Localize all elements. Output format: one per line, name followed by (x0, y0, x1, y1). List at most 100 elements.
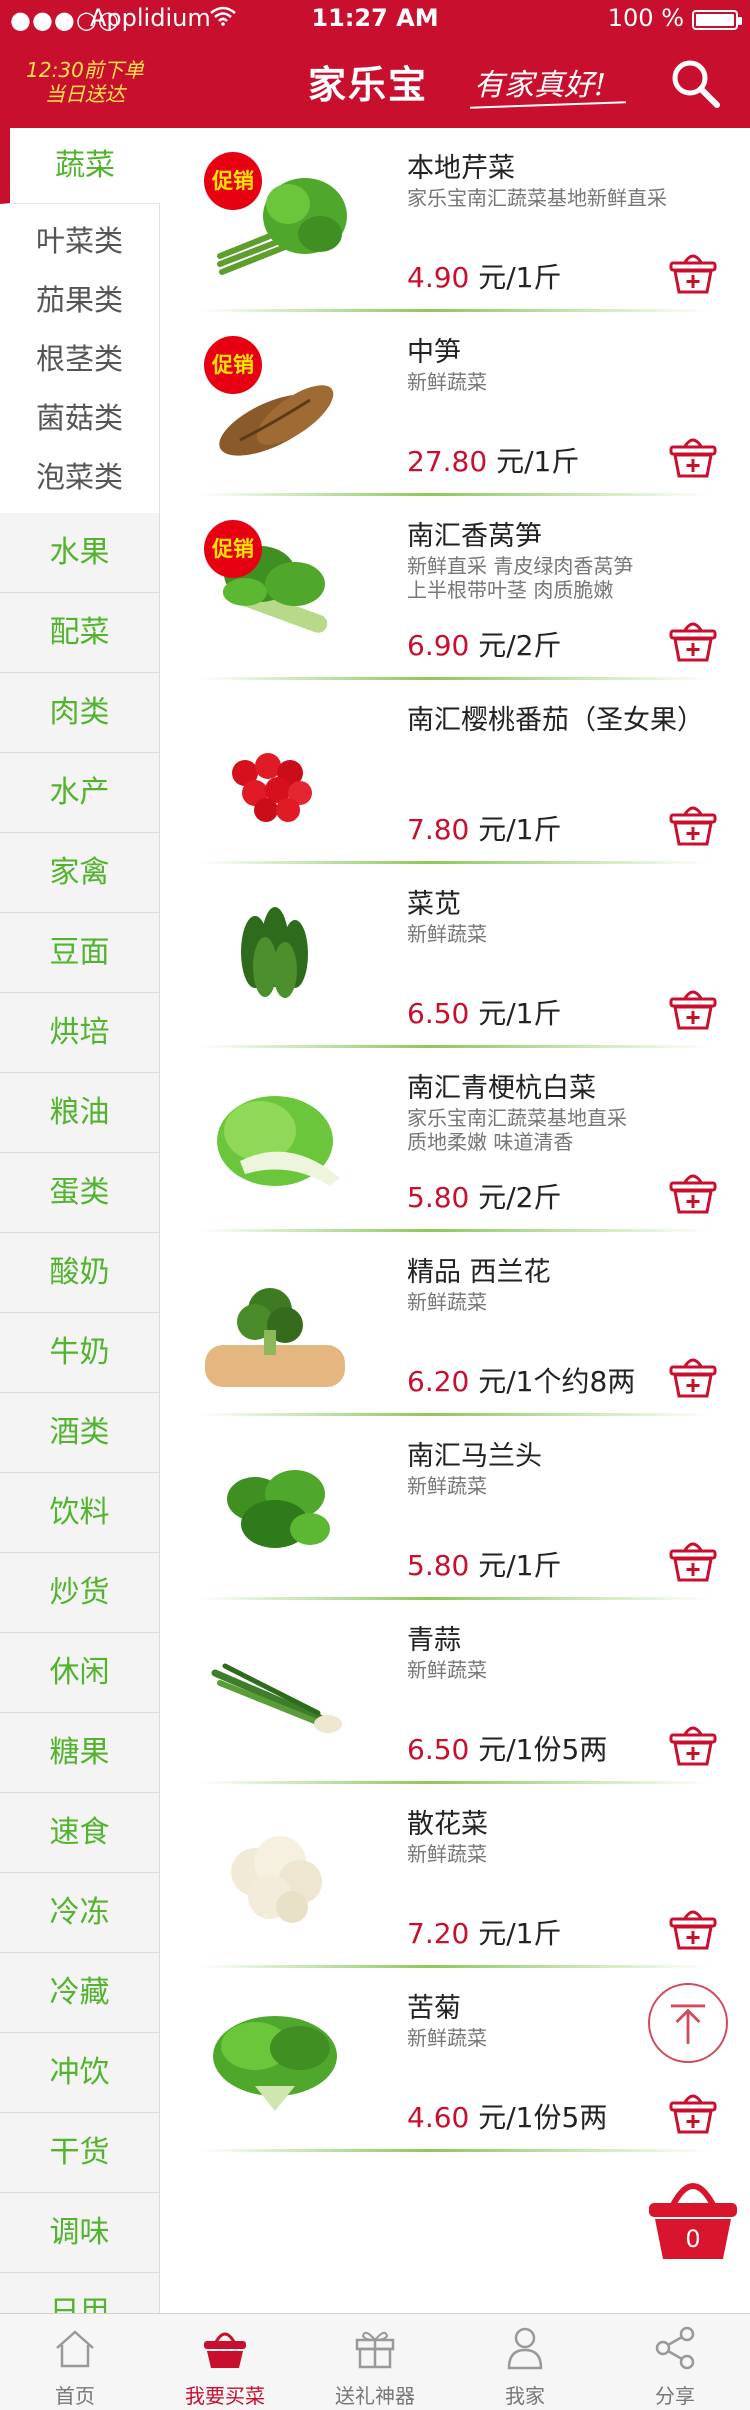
category-item[interactable]: 配菜 (0, 593, 160, 673)
subcategory-item[interactable]: 根茎类 (0, 330, 159, 389)
add-to-cart-icon[interactable] (668, 1902, 718, 1952)
product-card[interactable]: 散花菜 新鲜蔬菜 7.20 元/1斤 (160, 1784, 750, 1968)
category-item[interactable]: 速食 (0, 1793, 160, 1873)
price-unit: 元/1斤 (496, 445, 580, 478)
category-item[interactable]: 肉类 (0, 673, 160, 753)
product-price: 5.80 元/1斤 (407, 1544, 562, 1584)
category-item[interactable]: 冷藏 (0, 1953, 160, 2033)
add-to-cart-icon[interactable] (668, 1166, 718, 1216)
promo-badge: 促销 (204, 520, 262, 578)
product-card[interactable]: 菜苋 新鲜蔬菜 6.50 元/1斤 (160, 864, 750, 1048)
category-item[interactable]: 酒类 (0, 1393, 160, 1473)
add-to-cart-icon[interactable] (668, 798, 718, 848)
category-item[interactable]: 水果 (0, 513, 160, 593)
product-card[interactable]: 促销 本地芹菜 家乐宝南汇蔬菜基地新鲜直采 4.90 元/1斤 (160, 128, 750, 312)
category-item[interactable]: 饮料 (0, 1473, 160, 1553)
brand-logo: 家乐宝 (308, 62, 429, 107)
malantou-image (227, 1470, 330, 1548)
product-description-line: 新鲜直采 青皮绿肉香莴笋 (407, 554, 634, 578)
product-description: 新鲜蔬菜 (407, 1474, 727, 1498)
category-item[interactable]: 酸奶 (0, 1233, 160, 1313)
price-value: 6.50 (407, 997, 470, 1030)
product-card[interactable]: 青蒜 新鲜蔬菜 6.50 元/1份5两 (160, 1600, 750, 1784)
category-item[interactable]: 糖果 (0, 1713, 160, 1793)
category-item[interactable]: 炒货 (0, 1553, 160, 1633)
category-vegetables[interactable]: 蔬菜 (0, 128, 160, 204)
product-description: 新鲜蔬菜 (407, 922, 727, 946)
add-to-cart-icon[interactable] (668, 982, 718, 1032)
category-item[interactable]: 水产 (0, 753, 160, 833)
tab-home[interactable]: 首页 (0, 2314, 150, 2410)
product-price: 6.90 元/2斤 (407, 624, 562, 664)
add-to-cart-icon[interactable] (668, 1718, 718, 1768)
category-item[interactable]: 粮油 (0, 1073, 160, 1153)
tab-user[interactable]: 我家 (450, 2314, 600, 2410)
product-price: 5.80 元/2斤 (407, 1176, 562, 1216)
status-bar: ●●●○○ Applidium 11:27 AM 100 % (0, 0, 750, 38)
product-card[interactable]: 精品 西兰花 新鲜蔬菜 6.20 元/1个约8两 (160, 1232, 750, 1416)
category-sidebar: 蔬菜 叶菜类 茄果类 根茎类 菌菇类 泡菜类 水果 配菜 肉类 水产 家禽 豆面 烘培 粮油蛋… (0, 128, 160, 2313)
category-item[interactable]: 豆面 (0, 913, 160, 993)
add-to-cart-icon[interactable] (668, 430, 718, 480)
tab-basket[interactable]: 我要买菜 (150, 2314, 300, 2410)
category-item[interactable]: 冷冻 (0, 1873, 160, 1953)
cauliflower-image (231, 1836, 322, 1923)
price-unit: 元/1斤 (478, 1549, 562, 1582)
tab-share[interactable]: 分享 (600, 2314, 750, 2410)
price-value: 4.60 (407, 2101, 470, 2134)
subcategory-item[interactable]: 叶菜类 (0, 212, 159, 271)
product-description: 家乐宝南汇蔬菜基地直采 质地柔嫩 味道清香 (407, 1106, 727, 1154)
category-item[interactable]: 家禽 (0, 833, 160, 913)
product-card[interactable]: 南汇樱桃番茄（圣女果） 7.80 元/1斤 (160, 680, 750, 864)
price-unit: 元/1斤 (478, 261, 562, 294)
category-item[interactable]: 调味 (0, 2193, 160, 2273)
scroll-to-top-button[interactable] (648, 1983, 728, 2063)
product-name: 南汇青梗杭白菜 (407, 1073, 596, 1104)
subcategory-list: 叶菜类 茄果类 根茎类 菌菇类 泡菜类 (0, 204, 160, 513)
battery-percent: 100 % (607, 4, 684, 32)
subcategory-item[interactable]: 菌菇类 (0, 389, 159, 448)
price-unit: 元/1份5两 (478, 1733, 608, 1766)
product-description-line: 新鲜蔬菜 (407, 1842, 487, 1866)
cart-basket-button[interactable]: 0 (645, 2173, 741, 2263)
endive-image (213, 2016, 337, 2111)
subcategory-item[interactable]: 茄果类 (0, 271, 159, 330)
add-to-cart-icon[interactable] (668, 2086, 718, 2136)
price-unit: 元/1斤 (478, 1917, 562, 1950)
product-name: 散花菜 (407, 1809, 488, 1840)
category-item[interactable]: 日用 (0, 2273, 160, 2313)
delivery-promo: 12:30前下单 当日送达 (20, 58, 150, 106)
product-list[interactable]: 促销 本地芹菜 家乐宝南汇蔬菜基地新鲜直采 4.90 元/1斤 促销 中笋 新鲜蔬菜 27.8… (160, 128, 750, 2313)
product-card[interactable]: 促销 中笋 新鲜蔬菜 27.80 元/1斤 (160, 312, 750, 496)
product-name: 菜苋 (407, 889, 461, 920)
category-item[interactable]: 冲饮 (0, 2033, 160, 2113)
add-to-cart-icon[interactable] (668, 1534, 718, 1584)
price-unit: 元/2斤 (478, 1181, 562, 1214)
row-divider (200, 2149, 710, 2152)
category-item[interactable]: 干货 (0, 2113, 160, 2193)
search-icon[interactable] (668, 56, 722, 110)
add-to-cart-icon[interactable] (668, 1350, 718, 1400)
tab-gift[interactable]: 送礼神器 (300, 2314, 450, 2410)
cart-count: 0 (685, 2225, 701, 2253)
category-item[interactable]: 蛋类 (0, 1153, 160, 1233)
gift-icon (355, 2331, 395, 2369)
product-card[interactable]: 南汇马兰头 新鲜蔬菜 5.80 元/1斤 (160, 1416, 750, 1600)
product-card[interactable]: 促销 南汇香莴笋 新鲜直采 青皮绿肉香莴笋 上半根带叶茎 肉质脆嫩 6.90 元/2斤 (160, 496, 750, 680)
amaranth-image (241, 907, 308, 998)
category-item[interactable]: 牛奶 (0, 1313, 160, 1393)
product-name: 中笋 (407, 337, 461, 368)
category-item[interactable]: 烘培 (0, 993, 160, 1073)
category-item[interactable]: 休闲 (0, 1633, 160, 1713)
price-value: 6.90 (407, 629, 470, 662)
product-price: 7.80 元/1斤 (407, 808, 562, 848)
product-name: 苦菊 (407, 1993, 461, 2024)
product-description-line: 家乐宝南汇蔬菜基地直采 (407, 1106, 627, 1130)
subcategory-item[interactable]: 泡菜类 (0, 448, 159, 507)
product-price: 6.20 元/1个约8两 (407, 1360, 635, 1400)
product-card[interactable]: 南汇青梗杭白菜 家乐宝南汇蔬菜基地直采 质地柔嫩 味道清香 5.80 元/2斤 (160, 1048, 750, 1232)
add-to-cart-icon[interactable] (668, 614, 718, 664)
product-price: 4.90 元/1斤 (407, 256, 562, 296)
add-to-cart-icon[interactable] (668, 246, 718, 296)
price-unit: 元/1斤 (478, 813, 562, 846)
